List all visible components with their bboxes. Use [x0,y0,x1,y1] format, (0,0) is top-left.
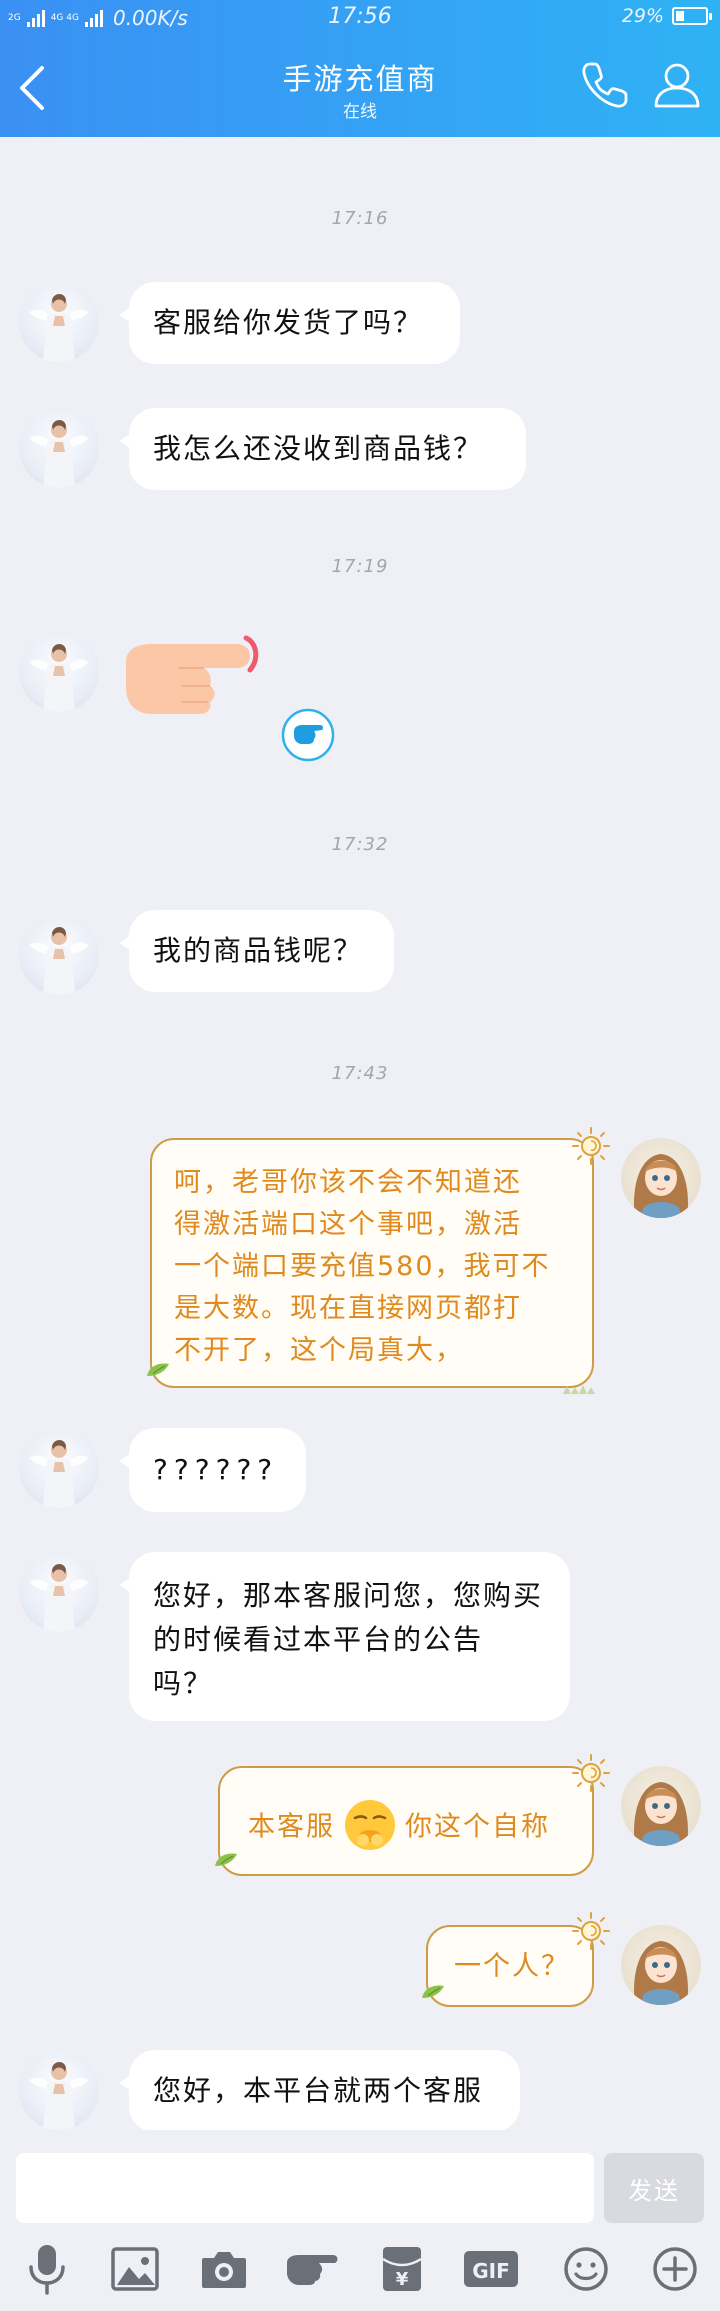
message-line: 的时候看过本平台的公告 [153,1623,484,1656]
my-avatar[interactable] [621,1766,701,1846]
battery-percent: 29% [621,5,664,27]
message-line: 呵，老哥你该不会不知道还 [174,1167,522,1198]
message-text: 本客服 你这个自称 [248,1800,550,1854]
message-bubble[interactable]: 我怎么还没收到商品钱？ [119,408,526,490]
message-line: 一个端口要充值580，我可不 [174,1251,551,1282]
angel-avatar-icon [29,644,89,712]
battery-icon [672,7,712,25]
avatar[interactable] [19,408,99,488]
camera-icon[interactable] [194,2243,254,2295]
anime-girl-avatar-icon [634,1941,688,2005]
pointing-hand-icon[interactable] [118,632,268,728]
status-bar: 2G 4G 4G 0.00K/s 17:56 29% [0,0,720,36]
status-right: 29% [621,5,712,27]
message-line: 不开了，这个局真大， [174,1335,464,1366]
self-message-bubble[interactable]: 呵，老哥你该不会不知道还 得激活端口这个事吧，激活 一个端口要充值580，我可不… [150,1138,594,1388]
message-bubble[interactable]: 客服给你发货了吗？ [119,282,460,364]
microphone-icon[interactable] [17,2243,77,2295]
message-text: 一个人？ [454,1951,570,1982]
leaf-decoration-icon [422,1985,444,1998]
poke-icon[interactable] [283,2243,343,2295]
message-line: 吗？ [153,1667,214,1700]
angel-avatar-icon [29,927,89,995]
self-message-bubble[interactable]: 一个人？ [426,1925,594,2007]
message-bubble[interactable]: 您好，本平台就两个客服 [119,2050,520,2132]
timestamp: 17:32 [331,834,389,855]
angel-avatar-icon [29,1440,89,1508]
leaf-decoration-icon [147,1363,169,1376]
sun-decoration-icon [572,1912,610,1950]
avatar[interactable] [19,915,99,995]
gif-icon[interactable]: GIF [461,2243,521,2295]
my-avatar[interactable] [621,1138,701,1218]
message-text-part: 你这个自称 [405,1811,550,1843]
timestamp: 17:19 [331,556,389,577]
avatar[interactable] [19,1428,99,1508]
anime-girl-avatar-icon [634,1154,688,1218]
chat-header: 2G 4G 4G 0.00K/s 17:56 29% 手游充值商 在线 [0,0,720,137]
angel-avatar-icon [29,1564,89,1632]
smirk-face-icon [345,1800,395,1850]
angel-avatar-icon [29,420,89,488]
angel-avatar-icon [29,2062,89,2130]
avatar[interactable] [19,282,99,362]
svg-text:¥: ¥ [396,2269,409,2290]
message-bubble[interactable]: 您好，那本客服问您，您购买 的时候看过本平台的公告 吗？ [119,1552,570,1721]
red-packet-icon[interactable]: ¥ [372,2243,432,2295]
my-avatar[interactable] [621,1925,701,2005]
angel-avatar-icon [29,294,89,362]
sun-decoration-icon [572,1754,610,1792]
plus-icon[interactable] [645,2243,705,2295]
grass-decoration-icon [563,1385,595,1394]
anime-girl-avatar-icon [634,1782,688,1846]
timestamp: 17:43 [331,1063,389,1084]
emoji-icon[interactable] [556,2243,616,2295]
message-line: 是大数。现在直接网页都打 [174,1293,522,1324]
message-line: 您好，那本客服问您，您购买 [153,1579,544,1612]
battery-fill [676,11,685,21]
message-input[interactable] [16,2153,594,2223]
send-button[interactable]: 发送 [604,2153,704,2223]
input-bar: 发送 ¥ GIF [0,2130,720,2311]
message-text: 呵，老哥你该不会不知道还 得激活端口这个事吧，激活 一个端口要充值580，我可不… [174,1162,584,1372]
message-bubble[interactable]: 我的商品钱呢？ [119,910,394,992]
message-line: 得激活端口这个事吧，激活 [174,1209,522,1240]
phone-call-icon[interactable] [578,58,632,112]
avatar[interactable] [19,2050,99,2130]
status-time: 17:56 [328,4,392,29]
message-bubble[interactable]: ?????? [119,1428,306,1512]
svg-text:GIF: GIF [472,2259,510,2283]
avatar[interactable] [19,632,99,712]
self-message-bubble[interactable]: 本客服 你这个自称 [218,1766,594,1876]
poke-badge-icon[interactable] [280,707,336,763]
avatar[interactable] [19,1552,99,1632]
timestamp: 17:16 [331,208,389,229]
image-icon[interactable] [105,2243,165,2295]
profile-icon[interactable] [650,58,704,112]
leaf-decoration-icon [215,1853,237,1866]
message-text-part: 本客服 [248,1811,335,1843]
sun-decoration-icon [572,1127,610,1165]
